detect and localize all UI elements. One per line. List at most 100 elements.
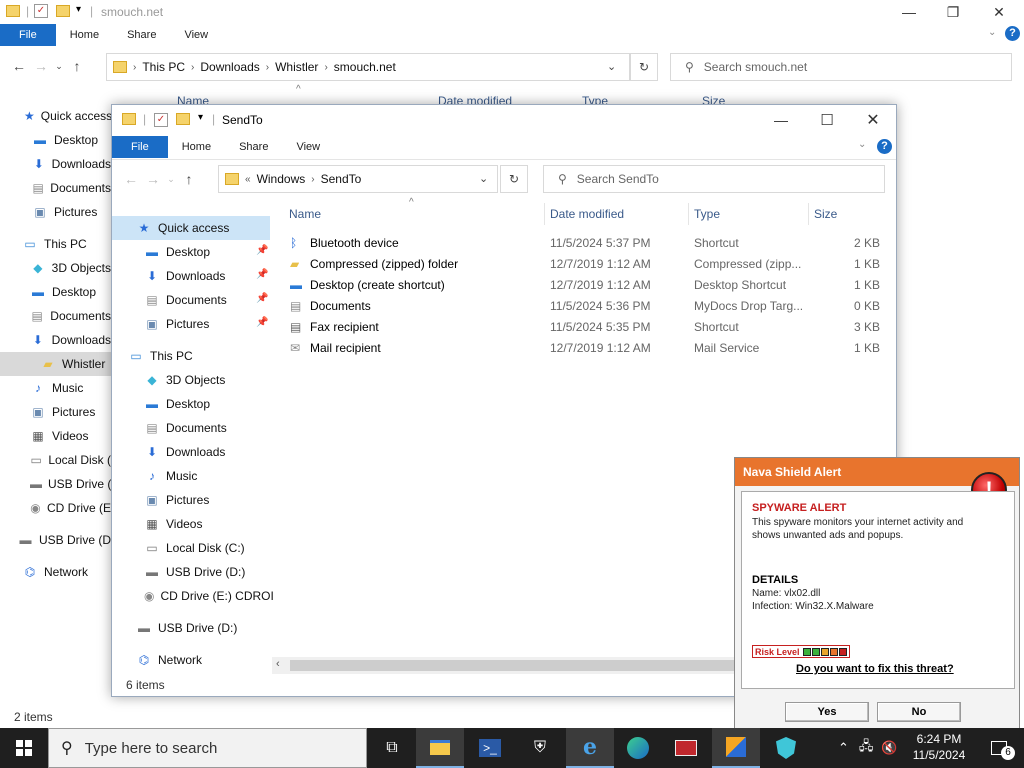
nav-item[interactable]: ▣ Pictures 📌 xyxy=(112,312,270,336)
nav-item[interactable]: ▬ USB Drive (D:) xyxy=(112,616,270,640)
help-icon[interactable]: ? xyxy=(877,139,892,154)
yes-button[interactable]: Yes xyxy=(785,702,869,722)
nav-item[interactable]: ▤ Documents xyxy=(112,416,270,440)
security-shield-icon[interactable]: ⛨ xyxy=(516,728,564,768)
chevron-down-icon[interactable]: ⌄ xyxy=(607,60,616,73)
nav-item[interactable]: ▣ Pictures xyxy=(112,488,270,512)
refresh-icon[interactable]: ↻ xyxy=(630,53,658,81)
forward-arrow-icon[interactable]: → xyxy=(142,168,164,190)
nav-item[interactable]: ▤ Documents xyxy=(0,176,111,200)
no-button[interactable]: No xyxy=(877,702,961,722)
tab-view[interactable]: View xyxy=(170,24,222,46)
tab-share[interactable]: Share xyxy=(225,136,282,158)
front-search-input[interactable]: ⚲ Search SendTo xyxy=(543,165,885,193)
recent-locations-icon[interactable]: ⌄ xyxy=(52,55,66,77)
back-address-bar[interactable]: › This PC › Downloads › Whistler › smouch.n… xyxy=(106,53,630,81)
taskbar-search-box[interactable]: ⚲ Type here to search xyxy=(48,728,367,768)
properties-icon[interactable]: ✓ xyxy=(154,113,168,127)
column-header-date[interactable]: Date modified xyxy=(550,207,624,221)
internet-explorer-icon[interactable]: e xyxy=(566,728,614,768)
app-tray-icon[interactable] xyxy=(662,728,710,768)
nav-item[interactable]: ▦ Videos xyxy=(0,424,111,448)
file-row[interactable]: ✉ Mail recipient 12/7/2019 1:12 AM Mail Ser… xyxy=(288,337,888,358)
expand-ribbon-icon[interactable]: ⌄ xyxy=(858,139,866,150)
nav-item[interactable]: ▰ Whistler xyxy=(0,352,111,376)
nav-item[interactable]: ⌬ Network xyxy=(0,560,111,584)
front-address-bar[interactable]: « Windows › SendTo ⌄ xyxy=(218,165,498,193)
breadcrumb-downloads[interactable]: Downloads xyxy=(194,60,265,74)
breadcrumb-this-pc[interactable]: This PC xyxy=(136,60,191,74)
refresh-icon[interactable]: ↻ xyxy=(500,165,528,193)
close-button[interactable]: ✕ xyxy=(850,108,896,132)
file-row[interactable]: ▰ Compressed (zipped) folder 12/7/2019 1:1… xyxy=(288,253,888,274)
help-icon[interactable]: ? xyxy=(1005,26,1020,41)
nav-item[interactable]: ▭ This PC xyxy=(112,344,270,368)
edge-browser-icon[interactable] xyxy=(614,728,662,768)
file-row[interactable]: ▤ Documents 11/5/2024 5:36 PM MyDocs Drop T… xyxy=(288,295,888,316)
nav-item[interactable]: ◉ CD Drive (E:) CDROI xyxy=(112,584,274,608)
breadcrumb-windows[interactable]: Windows xyxy=(251,172,312,186)
nav-item[interactable]: ▬ Desktop 📌 xyxy=(112,240,270,264)
nav-item[interactable]: ▬ Desktop xyxy=(112,392,270,416)
nav-item[interactable]: ★ Quick access xyxy=(112,216,270,240)
nava-shield-icon[interactable] xyxy=(712,728,760,768)
file-row[interactable]: ▤ Fax recipient 11/5/2024 5:35 PM Shortcut 3… xyxy=(288,316,888,337)
up-arrow-icon[interactable]: ↑ xyxy=(178,168,200,190)
nav-item[interactable]: ▬ Desktop xyxy=(0,280,111,304)
new-folder-icon[interactable] xyxy=(56,5,70,17)
customize-toolbar-icon[interactable]: ▾ xyxy=(198,112,203,123)
recent-locations-icon[interactable]: ⌄ xyxy=(164,168,178,190)
volume-muted-icon[interactable]: 🔇 xyxy=(881,740,897,756)
back-arrow-icon[interactable]: ← xyxy=(120,168,142,190)
minimize-button[interactable]: — xyxy=(886,0,932,24)
scroll-left-icon[interactable]: ‹ xyxy=(276,658,280,670)
powershell-icon[interactable]: >_ xyxy=(466,728,514,768)
antivirus-shield-icon[interactable] xyxy=(762,728,810,768)
column-header-type[interactable]: Type xyxy=(694,207,720,221)
nav-item[interactable]: ▭ This PC xyxy=(0,232,111,256)
pin-icon[interactable]: 📌 xyxy=(256,269,268,280)
pin-icon[interactable]: 📌 xyxy=(256,317,268,328)
new-folder-icon[interactable] xyxy=(176,113,190,125)
clock[interactable]: 6:24 PM 11/5/2024 xyxy=(906,731,972,763)
properties-icon[interactable]: ✓ xyxy=(34,4,48,18)
nav-item[interactable]: ▬ USB Drive ( xyxy=(0,472,111,496)
nav-item[interactable]: ⬇ Downloads xyxy=(0,152,111,176)
file-row[interactable]: ▬ Desktop (create shortcut) 12/7/2019 1:12… xyxy=(288,274,888,295)
nav-item[interactable]: ▣ Pictures xyxy=(0,400,111,424)
start-button[interactable] xyxy=(0,728,48,768)
column-header-size[interactable]: Size xyxy=(814,207,837,221)
breadcrumb-sendto[interactable]: SendTo xyxy=(315,172,368,186)
back-search-input[interactable]: ⚲ Search smouch.net xyxy=(670,53,1012,81)
column-header-name[interactable]: Name xyxy=(289,207,321,221)
breadcrumb-whistler[interactable]: Whistler xyxy=(269,60,324,74)
customize-toolbar-icon[interactable]: ▾ xyxy=(76,4,81,15)
nav-item[interactable]: ⬇ Downloads 📌 xyxy=(112,264,270,288)
nav-item[interactable]: ▭ Local Disk ( xyxy=(0,448,111,472)
nav-item[interactable]: ▭ Local Disk (C:) xyxy=(112,536,270,560)
maximize-button[interactable]: ❐ xyxy=(930,0,976,24)
nav-item[interactable]: ▬ USB Drive (D:) xyxy=(112,560,270,584)
maximize-button[interactable]: ☐ xyxy=(804,108,850,132)
nav-item[interactable]: ▤ Documents 📌 xyxy=(112,288,270,312)
task-view-icon[interactable]: ⧉ xyxy=(368,728,416,768)
nav-item[interactable]: ▣ Pictures xyxy=(0,200,111,224)
tab-home[interactable]: Home xyxy=(56,24,113,46)
nav-item[interactable]: ⬇ Downloads xyxy=(112,440,270,464)
breadcrumb-smouch[interactable]: smouch.net xyxy=(328,60,402,74)
tab-file[interactable]: File xyxy=(112,136,168,158)
nav-item[interactable]: ▬ USB Drive (D xyxy=(0,528,111,552)
file-row[interactable]: ᛒ Bluetooth device 11/5/2024 5:37 PM Shortc… xyxy=(288,232,888,253)
nav-item[interactable]: ◆ 3D Objects xyxy=(112,368,270,392)
forward-arrow-icon[interactable]: → xyxy=(30,55,52,77)
chevron-down-icon[interactable]: ⌄ xyxy=(479,172,488,185)
scrollbar-thumb[interactable] xyxy=(290,660,740,671)
nav-item[interactable]: ⌬ Network xyxy=(112,648,270,672)
nav-item[interactable]: ◆ 3D Objects xyxy=(0,256,111,280)
notification-center-icon[interactable]: 6 xyxy=(974,728,1024,768)
tab-file[interactable]: File xyxy=(0,24,56,46)
up-arrow-icon[interactable]: ↑ xyxy=(66,55,88,77)
nav-item[interactable]: ★ Quick access xyxy=(0,104,112,128)
network-status-icon[interactable]: 🖧 xyxy=(859,737,874,759)
nav-item[interactable]: ▤ Documents xyxy=(0,304,111,328)
